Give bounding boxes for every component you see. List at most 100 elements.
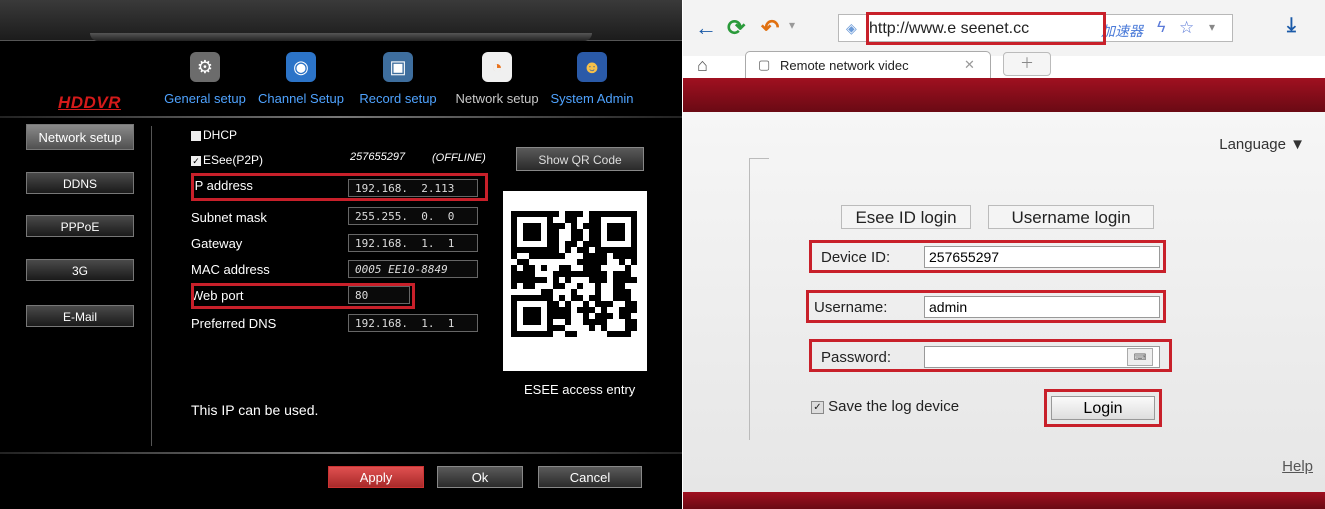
checkbox-box xyxy=(191,130,201,141)
save-device-checkbox[interactable]: ✓ Save the log device xyxy=(811,398,959,415)
undo-icon[interactable]: ↶ xyxy=(761,15,779,41)
home-icon[interactable]: ⌂ xyxy=(697,55,708,76)
chevron-down-icon[interactable]: ▾ xyxy=(1209,20,1215,34)
mac-address-label: MAC address xyxy=(191,262,270,277)
preferred-dns-field[interactable]: 192.168. 1. 1 xyxy=(348,314,478,332)
qr-module xyxy=(601,277,607,283)
qr-module xyxy=(631,325,637,331)
qr-module xyxy=(541,265,547,271)
dvr-network-setup-screen: HDDVR ⚙ General setup ◉ Channel Setup ▣ … xyxy=(0,0,682,509)
check-icon: ✓ xyxy=(191,155,201,166)
brand-logo: HDDVR xyxy=(58,93,121,112)
qr-module xyxy=(547,331,553,337)
back-arrow-icon[interactable]: ← xyxy=(695,15,717,41)
nav-system-admin[interactable]: ☻ System Admin xyxy=(542,52,642,110)
nav-label: Record setup xyxy=(359,91,437,106)
divider xyxy=(749,158,769,159)
browser-tab[interactable]: ▢ Remote network videc ✕ xyxy=(745,51,991,79)
record-icon: ▣ xyxy=(383,52,413,82)
mac-address-field: 0005 EE10-8849 xyxy=(348,260,478,278)
dhcp-checkbox[interactable]: DHCP xyxy=(191,128,237,142)
side-network-setup[interactable]: Network setup xyxy=(26,124,134,150)
ok-button[interactable]: Ok xyxy=(437,466,523,488)
accelerator-label[interactable]: 加速器 xyxy=(1101,21,1143,41)
qr-module xyxy=(631,259,637,265)
users-icon: ☻ xyxy=(577,52,607,82)
qr-module xyxy=(535,319,541,325)
qr-module xyxy=(565,277,571,283)
qr-module xyxy=(547,289,553,295)
qr-module xyxy=(631,277,637,283)
cancel-button[interactable]: Cancel xyxy=(538,466,642,488)
browser-window: ← ⟳ ↶ ▾ ◈ http://www.e seenet.cc 加速器 ϟ ☆… xyxy=(683,0,1325,509)
dvr-top-strip xyxy=(0,0,682,41)
new-tab-button[interactable]: ＋ xyxy=(1003,52,1051,76)
tab-title: Remote network videc xyxy=(780,58,909,73)
dhcp-label: DHCP xyxy=(203,128,238,142)
nav-label: Channel Setup xyxy=(257,91,344,106)
qr-module xyxy=(577,283,583,289)
qr-module xyxy=(553,211,559,217)
check-icon: ✓ xyxy=(811,400,824,414)
gateway-field[interactable]: 192.168. 1. 1 xyxy=(348,234,478,252)
help-link[interactable]: Help xyxy=(1282,458,1313,475)
login-highlight-box xyxy=(1044,389,1162,427)
shield-icon: ◈ xyxy=(846,20,857,36)
qr-module xyxy=(529,283,535,289)
nav-channel-setup[interactable]: ◉ Channel Setup xyxy=(256,52,346,110)
esee-id: 257655297 xyxy=(350,151,406,163)
nav-general-setup[interactable]: ⚙ General setup xyxy=(160,52,250,110)
download-icon[interactable]: ⤓ xyxy=(1287,14,1296,37)
star-icon[interactable]: ☆ xyxy=(1179,18,1194,38)
show-qr-button[interactable]: Show QR Code xyxy=(516,147,644,171)
qr-module xyxy=(541,277,547,283)
side-ddns[interactable]: DDNS xyxy=(26,172,134,194)
username-highlight-box xyxy=(806,290,1166,323)
url-highlight-box xyxy=(866,12,1106,45)
side-3g[interactable]: 3G xyxy=(26,259,134,281)
qr-module xyxy=(559,223,565,229)
nav-record-setup[interactable]: ▣ Record setup xyxy=(355,52,441,110)
apply-button[interactable]: Apply xyxy=(328,466,424,488)
qr-module xyxy=(607,313,613,319)
qr-module xyxy=(565,247,571,253)
nav-network-setup[interactable]: ◔ Network setup xyxy=(452,52,542,110)
side-email[interactable]: E-Mail xyxy=(26,305,134,327)
qr-module xyxy=(607,301,613,307)
qr-module xyxy=(601,259,607,265)
page-footer-bar xyxy=(683,492,1325,509)
divider xyxy=(0,452,682,454)
nav-label: General setup xyxy=(164,91,246,106)
qr-module xyxy=(559,283,565,289)
qr-module xyxy=(589,241,595,247)
divider xyxy=(749,158,750,440)
qr-module xyxy=(631,307,637,313)
refresh-icon[interactable]: ⟳ xyxy=(727,15,745,41)
dropdown-icon[interactable]: ▾ xyxy=(789,18,795,32)
qr-caption: ESEE access entry xyxy=(524,382,636,397)
qr-module xyxy=(565,319,571,325)
qr-module xyxy=(511,283,517,289)
esee-label: ESee(P2P) xyxy=(203,153,264,167)
qr-module xyxy=(589,325,595,331)
qr-module xyxy=(577,211,583,217)
preferred-dns-label: Preferred DNS xyxy=(191,316,277,331)
divider xyxy=(151,126,152,446)
device-id-highlight-box xyxy=(809,240,1166,273)
lightning-icon[interactable]: ϟ xyxy=(1157,19,1165,37)
close-icon[interactable]: ✕ xyxy=(964,57,975,73)
wifi-icon: ◔ xyxy=(482,52,512,82)
qr-module xyxy=(571,331,577,337)
qr-module xyxy=(535,235,541,241)
tab-esee-id-login[interactable]: Esee ID login xyxy=(841,205,971,229)
qr-code xyxy=(503,191,647,371)
esee-status: (OFFLINE) xyxy=(432,152,486,164)
language-selector[interactable]: Language ▼ xyxy=(1219,136,1305,153)
tab-username-login[interactable]: Username login xyxy=(988,205,1154,229)
esee-checkbox[interactable]: ✓ ESee(P2P) xyxy=(191,153,263,167)
subnet-mask-label: Subnet mask xyxy=(191,210,267,225)
subnet-mask-field[interactable]: 255.255. 0. 0 xyxy=(348,207,478,225)
status-message: This IP can be used. xyxy=(191,402,319,418)
side-pppoe[interactable]: PPPoE xyxy=(26,215,134,237)
page-icon: ▢ xyxy=(758,57,771,72)
